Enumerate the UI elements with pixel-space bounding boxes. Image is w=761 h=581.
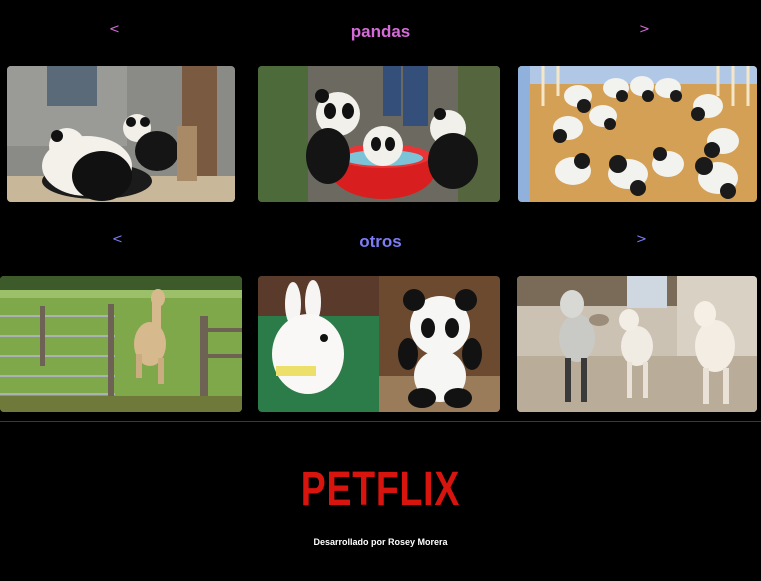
pandas-row-header: < pandas > xyxy=(0,22,761,52)
baby-goats-photo xyxy=(517,276,757,412)
pandas-in-red-tub-photo xyxy=(258,66,500,202)
pandas-in-red-tub-card[interactable] xyxy=(258,66,500,202)
petflix-logo[interactable]: PETFLIX xyxy=(84,462,678,517)
panda-cubs-nursery-photo xyxy=(518,66,757,202)
panda-cubs-nursery-card[interactable] xyxy=(518,66,757,202)
developer-credit: Desarrollado por Rosey Morera xyxy=(313,537,448,547)
otros-row-header: < otros > xyxy=(0,232,761,262)
alpaca-jumping-photo xyxy=(0,276,242,412)
footer-divider xyxy=(0,421,761,422)
baby-goats-card[interactable] xyxy=(517,276,757,412)
pandas-next-arrow[interactable]: > xyxy=(639,22,650,37)
otros-next-arrow[interactable]: > xyxy=(636,232,647,247)
bunny-and-panda-plush-photo xyxy=(258,276,500,412)
panda-enclosure-photo xyxy=(7,66,235,202)
panda-enclosure-card[interactable] xyxy=(7,66,235,202)
alpaca-jumping-card[interactable] xyxy=(0,276,242,412)
bunny-and-panda-plush-card[interactable] xyxy=(258,276,500,412)
